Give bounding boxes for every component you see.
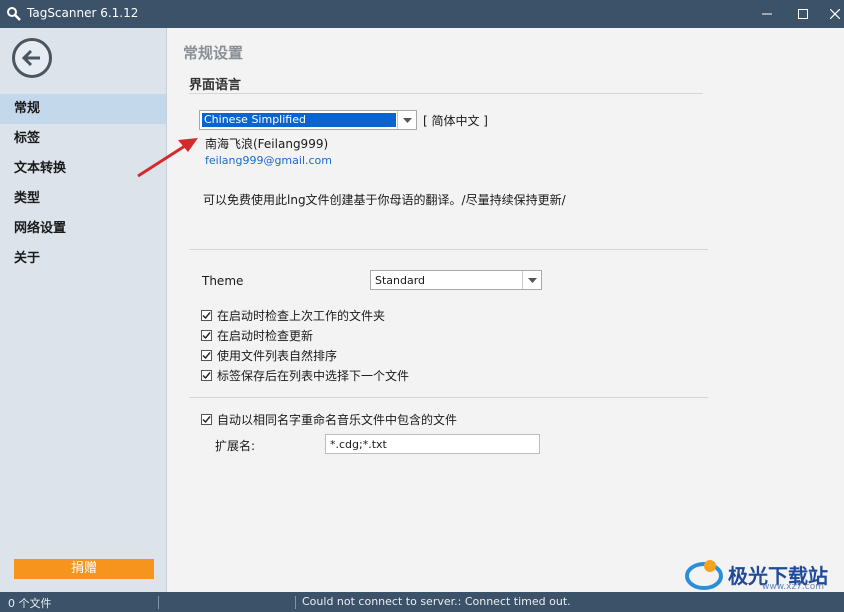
language-select-value: Chinese Simplified <box>202 113 396 127</box>
theme-select[interactable]: Standard <box>370 270 542 290</box>
sidebar-item-types[interactable]: 类型 <box>0 184 166 214</box>
status-separator <box>158 596 159 609</box>
watermark-logo-icon <box>685 560 723 590</box>
checkbox-label: 标签保存后在列表中选择下一个文件 <box>217 368 410 383</box>
checkbox-natural-sort[interactable]: 使用文件列表自然排序 <box>201 347 337 363</box>
app-magnifier-icon <box>6 6 22 22</box>
sidebar-nav: 常规 标签 文本转换 类型 网络设置 关于 <box>0 94 166 274</box>
maximize-icon <box>798 9 808 19</box>
extensions-input[interactable]: *.cdg;*.txt <box>325 434 540 454</box>
chevron-down-icon[interactable] <box>522 271 541 289</box>
section-divider <box>189 249 708 250</box>
minimize-icon <box>762 13 772 15</box>
watermark: 极光下载站 www.xz7.com <box>684 556 828 592</box>
checkbox-checked-icon[interactable] <box>201 369 212 381</box>
language-select[interactable]: Chinese Simplified <box>199 110 417 130</box>
chevron-down-icon[interactable] <box>397 111 416 129</box>
translator-email-link[interactable]: feilang999@gmail.com <box>205 154 332 167</box>
extensions-label: 扩展名: <box>215 439 256 453</box>
checkbox-checked-icon[interactable] <box>201 329 212 341</box>
checkbox-checked-icon[interactable] <box>201 413 212 425</box>
title-bar: TagScanner 6.1.12 <box>0 0 844 28</box>
status-separator <box>295 596 296 609</box>
theme-label: Theme <box>202 274 244 288</box>
sidebar-item-about[interactable]: 关于 <box>0 244 166 274</box>
checkbox-auto-rename-included[interactable]: 自动以相同名字重命名音乐文件中包含的文件 <box>201 411 457 427</box>
theme-select-value: Standard <box>375 274 426 287</box>
checkbox-check-updates[interactable]: 在启动时检查更新 <box>201 327 313 343</box>
watermark-url: www.xz7.com <box>762 582 824 592</box>
checkbox-checked-icon[interactable] <box>201 349 212 361</box>
minimize-button[interactable] <box>750 0 784 28</box>
back-button[interactable] <box>12 38 52 78</box>
status-file-count: 0 个文件 <box>8 597 52 610</box>
settings-panel: 常规设置 界面语言 Chinese Simplified [ 简体中文 ] 南海… <box>167 28 844 592</box>
sidebar-item-network[interactable]: 网络设置 <box>0 214 166 244</box>
back-arrow-icon <box>21 49 40 67</box>
translator-name: 南海飞浪(Feilang999) <box>205 137 329 151</box>
checkbox-label: 在启动时检查上次工作的文件夹 <box>217 308 386 323</box>
sidebar: 常规 标签 文本转换 类型 网络设置 关于 捐赠 <box>0 28 167 592</box>
checkbox-select-next-file[interactable]: 标签保存后在列表中选择下一个文件 <box>201 367 409 383</box>
checkbox-checked-icon[interactable] <box>201 309 212 321</box>
close-button[interactable] <box>818 0 844 28</box>
page-title: 常规设置 <box>183 44 244 62</box>
language-native-name: [ 简体中文 ] <box>423 114 488 128</box>
checkbox-label: 在启动时检查更新 <box>217 328 314 343</box>
maximize-button[interactable] <box>786 0 820 28</box>
annotation-arrow-icon <box>137 138 198 178</box>
donate-button[interactable]: 捐赠 <box>14 559 154 579</box>
language-section-title: 界面语言 <box>189 78 242 93</box>
checkbox-label: 自动以相同名字重命名音乐文件中包含的文件 <box>217 412 458 427</box>
close-icon <box>830 9 840 19</box>
checkbox-label: 使用文件列表自然排序 <box>217 348 338 363</box>
window-title: TagScanner 6.1.12 <box>27 6 139 20</box>
section-divider <box>189 93 703 94</box>
section-divider <box>189 397 708 398</box>
status-bar: 0 个文件 Could not connect to server.: Conn… <box>0 592 844 612</box>
checkbox-check-last-folder[interactable]: 在启动时检查上次工作的文件夹 <box>201 307 385 323</box>
status-message: Could not connect to server.: Connect ti… <box>302 595 571 608</box>
translation-note: 可以免费使用此lng文件创建基于你母语的翻译。/尽量持续保持更新/ <box>203 193 566 207</box>
sidebar-item-general[interactable]: 常规 <box>0 94 166 124</box>
